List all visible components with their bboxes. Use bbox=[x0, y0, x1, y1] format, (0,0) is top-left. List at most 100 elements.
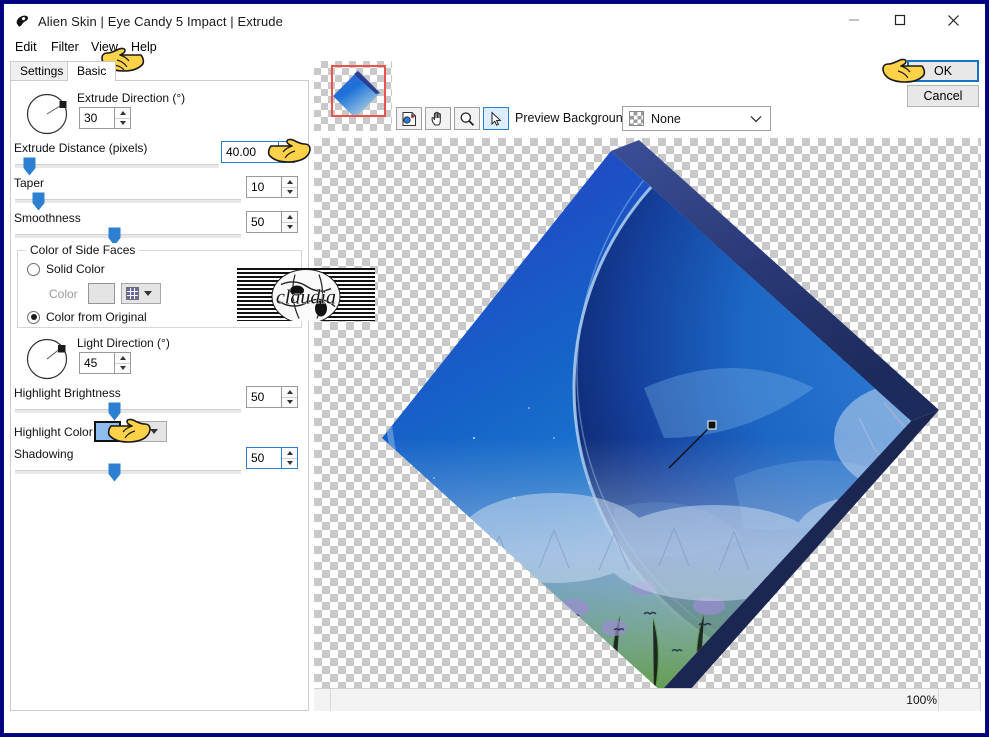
spin-up-icon[interactable] bbox=[282, 212, 297, 223]
smoothness-value[interactable]: 50 bbox=[246, 211, 281, 233]
menu-item-edit[interactable]: Edit bbox=[12, 38, 40, 56]
palette-grid-icon bbox=[132, 425, 145, 438]
zoom-magnifier-icon[interactable] bbox=[454, 107, 480, 130]
menu-item-filter[interactable]: Filter bbox=[48, 38, 82, 56]
radio-solid-color[interactable]: Solid Color bbox=[27, 262, 105, 276]
title-bar: Alien Skin | Eye Candy 5 Impact | Extrud… bbox=[4, 4, 985, 38]
close-button[interactable] bbox=[931, 4, 976, 36]
light-direction-value[interactable]: 45 bbox=[79, 352, 114, 374]
slider-track[interactable] bbox=[15, 199, 241, 203]
slider-thumb[interactable] bbox=[108, 402, 121, 421]
side-face-color-swatch[interactable] bbox=[88, 283, 115, 304]
spin-up-icon[interactable] bbox=[115, 353, 130, 364]
taper-value[interactable]: 10 bbox=[246, 176, 281, 198]
preview-background-label: Preview Background: bbox=[515, 111, 634, 125]
pan-hand-icon[interactable] bbox=[425, 107, 451, 130]
spin-down-icon[interactable] bbox=[115, 364, 130, 374]
taper-arrows[interactable] bbox=[281, 176, 298, 198]
light-direction-spinner[interactable]: 45 bbox=[79, 352, 131, 374]
extrude-direction-spinner[interactable]: 30 bbox=[79, 107, 131, 129]
slider-track[interactable] bbox=[15, 164, 219, 168]
extrude-direction-arrows[interactable] bbox=[114, 107, 131, 129]
radio-dot-icon bbox=[27, 262, 40, 276]
ok-button[interactable]: OK bbox=[907, 60, 979, 82]
slider-track[interactable] bbox=[15, 470, 241, 474]
preview-background-value: None bbox=[651, 111, 681, 126]
side-face-palette-button[interactable] bbox=[121, 283, 161, 304]
status-separator bbox=[980, 689, 981, 711]
shadowing-spinner[interactable]: 50 bbox=[246, 447, 298, 469]
extrude-distance-arrows[interactable] bbox=[278, 141, 295, 163]
taper-slider[interactable] bbox=[15, 192, 241, 211]
menu-bar: Edit Filter View Help bbox=[4, 38, 985, 58]
smoothness-label: Smoothness bbox=[14, 211, 81, 225]
highlight-color-swatch[interactable] bbox=[94, 421, 121, 442]
navigator-icon[interactable] bbox=[396, 107, 422, 130]
window-title: Alien Skin | Eye Candy 5 Impact | Extrud… bbox=[38, 14, 283, 29]
extrude-direction-value[interactable]: 30 bbox=[79, 107, 114, 129]
side-faces-group-label: Color of Side Faces bbox=[26, 243, 140, 257]
slider-thumb[interactable] bbox=[23, 157, 36, 176]
spin-up-icon[interactable] bbox=[279, 142, 294, 153]
tab-settings[interactable]: Settings bbox=[10, 61, 74, 80]
smoothness-spinner[interactable]: 50 bbox=[246, 211, 298, 233]
spin-down-icon[interactable] bbox=[279, 153, 294, 163]
radio-solid-color-label: Solid Color bbox=[46, 262, 105, 276]
watermark-text: claudia bbox=[276, 286, 336, 308]
light-direction-dial[interactable] bbox=[25, 337, 69, 381]
radio-color-from-original-label: Color from Original bbox=[46, 310, 147, 324]
extrude-distance-slider[interactable] bbox=[15, 157, 219, 176]
spin-down-icon[interactable] bbox=[115, 119, 130, 129]
slider-thumb[interactable] bbox=[108, 463, 121, 482]
spin-down-icon[interactable] bbox=[282, 398, 297, 408]
shadowing-value[interactable]: 50 bbox=[246, 447, 281, 469]
highlight-brightness-label: Highlight Brightness bbox=[14, 386, 121, 400]
tab-basic[interactable]: Basic bbox=[67, 61, 117, 81]
preview-toolbar: Preview Background: None bbox=[314, 61, 981, 138]
watermark-logo: claudia bbox=[271, 268, 341, 321]
extrude-distance-spinner[interactable]: 40.00 bbox=[221, 141, 295, 163]
preview-thumbnail[interactable] bbox=[314, 61, 392, 131]
highlight-brightness-arrows[interactable] bbox=[281, 386, 298, 408]
smoothness-arrows[interactable] bbox=[281, 211, 298, 233]
menu-item-view[interactable]: View bbox=[88, 38, 121, 56]
smoothness-slider[interactable] bbox=[15, 227, 241, 246]
tab-strip: Settings Basic bbox=[10, 61, 309, 81]
status-bar: 100% bbox=[314, 688, 981, 711]
extrude-distance-value[interactable]: 40.00 bbox=[221, 141, 278, 163]
highlight-brightness-spinner[interactable]: 50 bbox=[246, 386, 298, 408]
slider-track[interactable] bbox=[15, 409, 241, 413]
shadowing-slider[interactable] bbox=[15, 463, 241, 482]
preview-area: Preview Background: None 100% bbox=[314, 61, 981, 711]
spin-down-icon[interactable] bbox=[282, 188, 297, 198]
spin-down-icon[interactable] bbox=[282, 459, 297, 469]
spin-up-icon[interactable] bbox=[282, 177, 297, 188]
maximize-button[interactable] bbox=[877, 4, 922, 36]
light-direction-arrows[interactable] bbox=[114, 352, 131, 374]
preview-background-select[interactable]: None bbox=[622, 106, 771, 131]
highlight-brightness-slider[interactable] bbox=[15, 402, 241, 421]
radio-color-from-original[interactable]: Color from Original bbox=[27, 310, 147, 324]
extrude-direction-dial[interactable] bbox=[25, 92, 69, 136]
minimize-button[interactable] bbox=[831, 4, 876, 36]
plugin-window: Alien Skin | Eye Candy 5 Impact | Extrud… bbox=[3, 3, 986, 734]
menu-item-help[interactable]: Help bbox=[128, 38, 160, 56]
spin-up-icon[interactable] bbox=[282, 448, 297, 459]
shadowing-arrows[interactable] bbox=[281, 447, 298, 469]
status-separator bbox=[330, 689, 331, 711]
chevron-down-icon[interactable] bbox=[742, 115, 770, 123]
color-label: Color bbox=[49, 287, 78, 301]
app-root: Alien Skin | Eye Candy 5 Impact | Extrud… bbox=[0, 0, 989, 737]
checker-swatch-icon bbox=[629, 111, 644, 126]
preview-canvas[interactable] bbox=[314, 138, 981, 691]
highlight-color-palette-button[interactable] bbox=[127, 421, 167, 442]
taper-spinner[interactable]: 10 bbox=[246, 176, 298, 198]
spin-up-icon[interactable] bbox=[282, 387, 297, 398]
arrow-select-icon[interactable] bbox=[483, 107, 509, 130]
cancel-button[interactable]: Cancel bbox=[907, 85, 979, 107]
slider-track[interactable] bbox=[15, 234, 241, 238]
spin-down-icon[interactable] bbox=[282, 223, 297, 233]
slider-thumb[interactable] bbox=[32, 192, 45, 211]
highlight-brightness-value[interactable]: 50 bbox=[246, 386, 281, 408]
spin-up-icon[interactable] bbox=[115, 108, 130, 119]
